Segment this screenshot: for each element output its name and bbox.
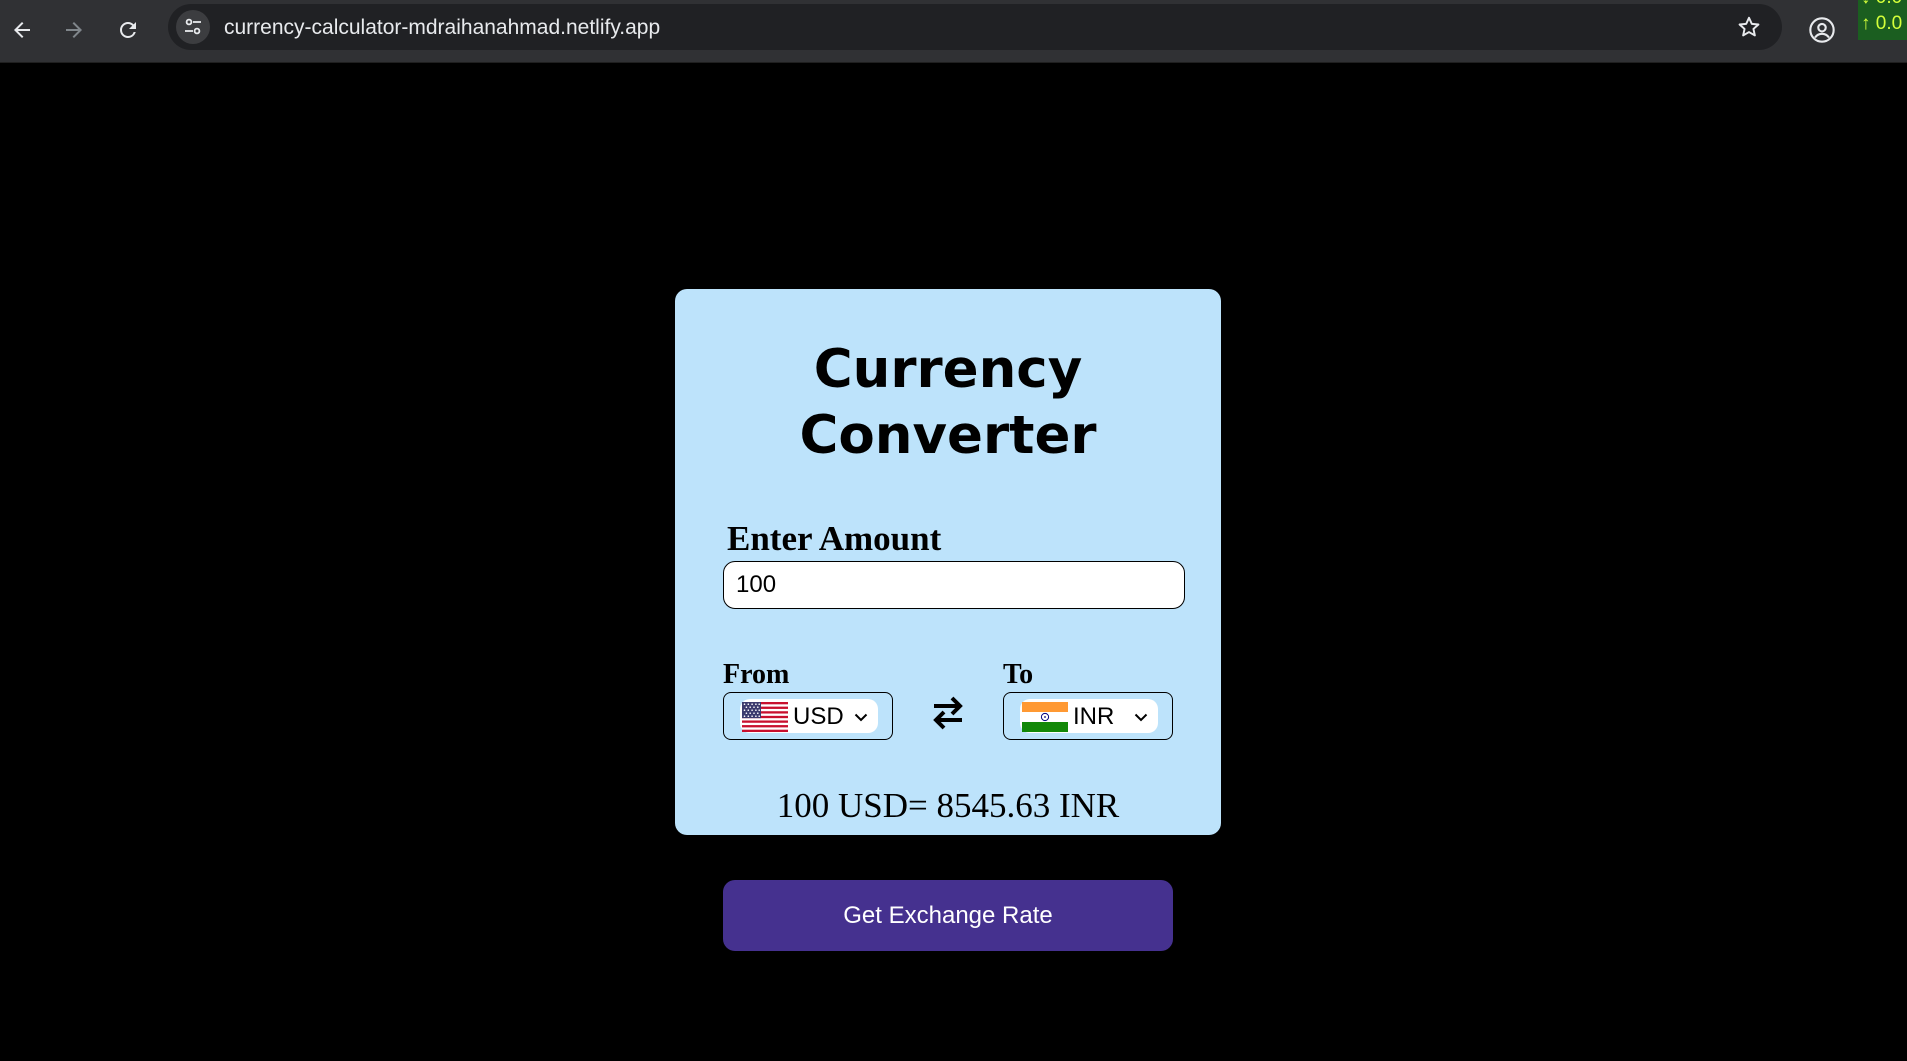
- to-currency-select[interactable]: INR: [1003, 692, 1173, 740]
- account-circle-icon: [1809, 17, 1835, 43]
- arrow-left-icon: [14, 22, 30, 38]
- url-text[interactable]: currency-calculator-mdraihanahmad.netlif…: [224, 16, 660, 40]
- to-label: To: [1003, 659, 1034, 690]
- to-currency-code: INR: [1073, 703, 1115, 730]
- arrow-right-icon: [66, 22, 82, 38]
- from-currency-dropdown[interactable]: USD: [740, 699, 878, 733]
- back-button[interactable]: [2, 10, 42, 50]
- amount-label: Enter Amount: [727, 519, 942, 558]
- tune-icon: [185, 18, 201, 35]
- download-speed: ↓ 0.0: [1861, 0, 1902, 9]
- address-bar[interactable]: currency-calculator-mdraihanahmad.netlif…: [168, 4, 1782, 50]
- page-title: Currency Converter: [799, 339, 1097, 466]
- conversion-result: 100 USD= 8545.63 INR: [776, 786, 1120, 825]
- amount-input[interactable]: [723, 561, 1185, 609]
- chevron-down-icon: [854, 713, 868, 722]
- profile-button[interactable]: [1802, 10, 1842, 50]
- upload-speed: ↑ 0.0: [1861, 13, 1903, 34]
- from-currency-code: USD: [793, 703, 844, 730]
- reload-icon: [120, 22, 136, 38]
- chevron-down-icon: [1134, 713, 1148, 722]
- from-label: From: [723, 659, 790, 690]
- reload-button[interactable]: [108, 10, 148, 50]
- to-currency-dropdown[interactable]: INR: [1020, 699, 1158, 733]
- us-flag-icon: [742, 702, 788, 732]
- swap-arrows-icon[interactable]: [928, 689, 968, 737]
- forward-button[interactable]: [54, 10, 94, 50]
- from-currency-select[interactable]: USD: [723, 692, 893, 740]
- india-flag-icon: [1022, 702, 1068, 732]
- network-speed-widget: ↓ 0.0 ↑ 0.0: [1858, 0, 1907, 40]
- converter-card: Currency Converter Enter Amount From: [675, 289, 1221, 835]
- get-exchange-rate-button[interactable]: Get Exchange Rate: [723, 880, 1173, 951]
- star-icon[interactable]: [1736, 14, 1762, 40]
- browser-toolbar: currency-calculator-mdraihanahmad.netlif…: [0, 0, 1907, 63]
- site-info-button[interactable]: [176, 10, 210, 44]
